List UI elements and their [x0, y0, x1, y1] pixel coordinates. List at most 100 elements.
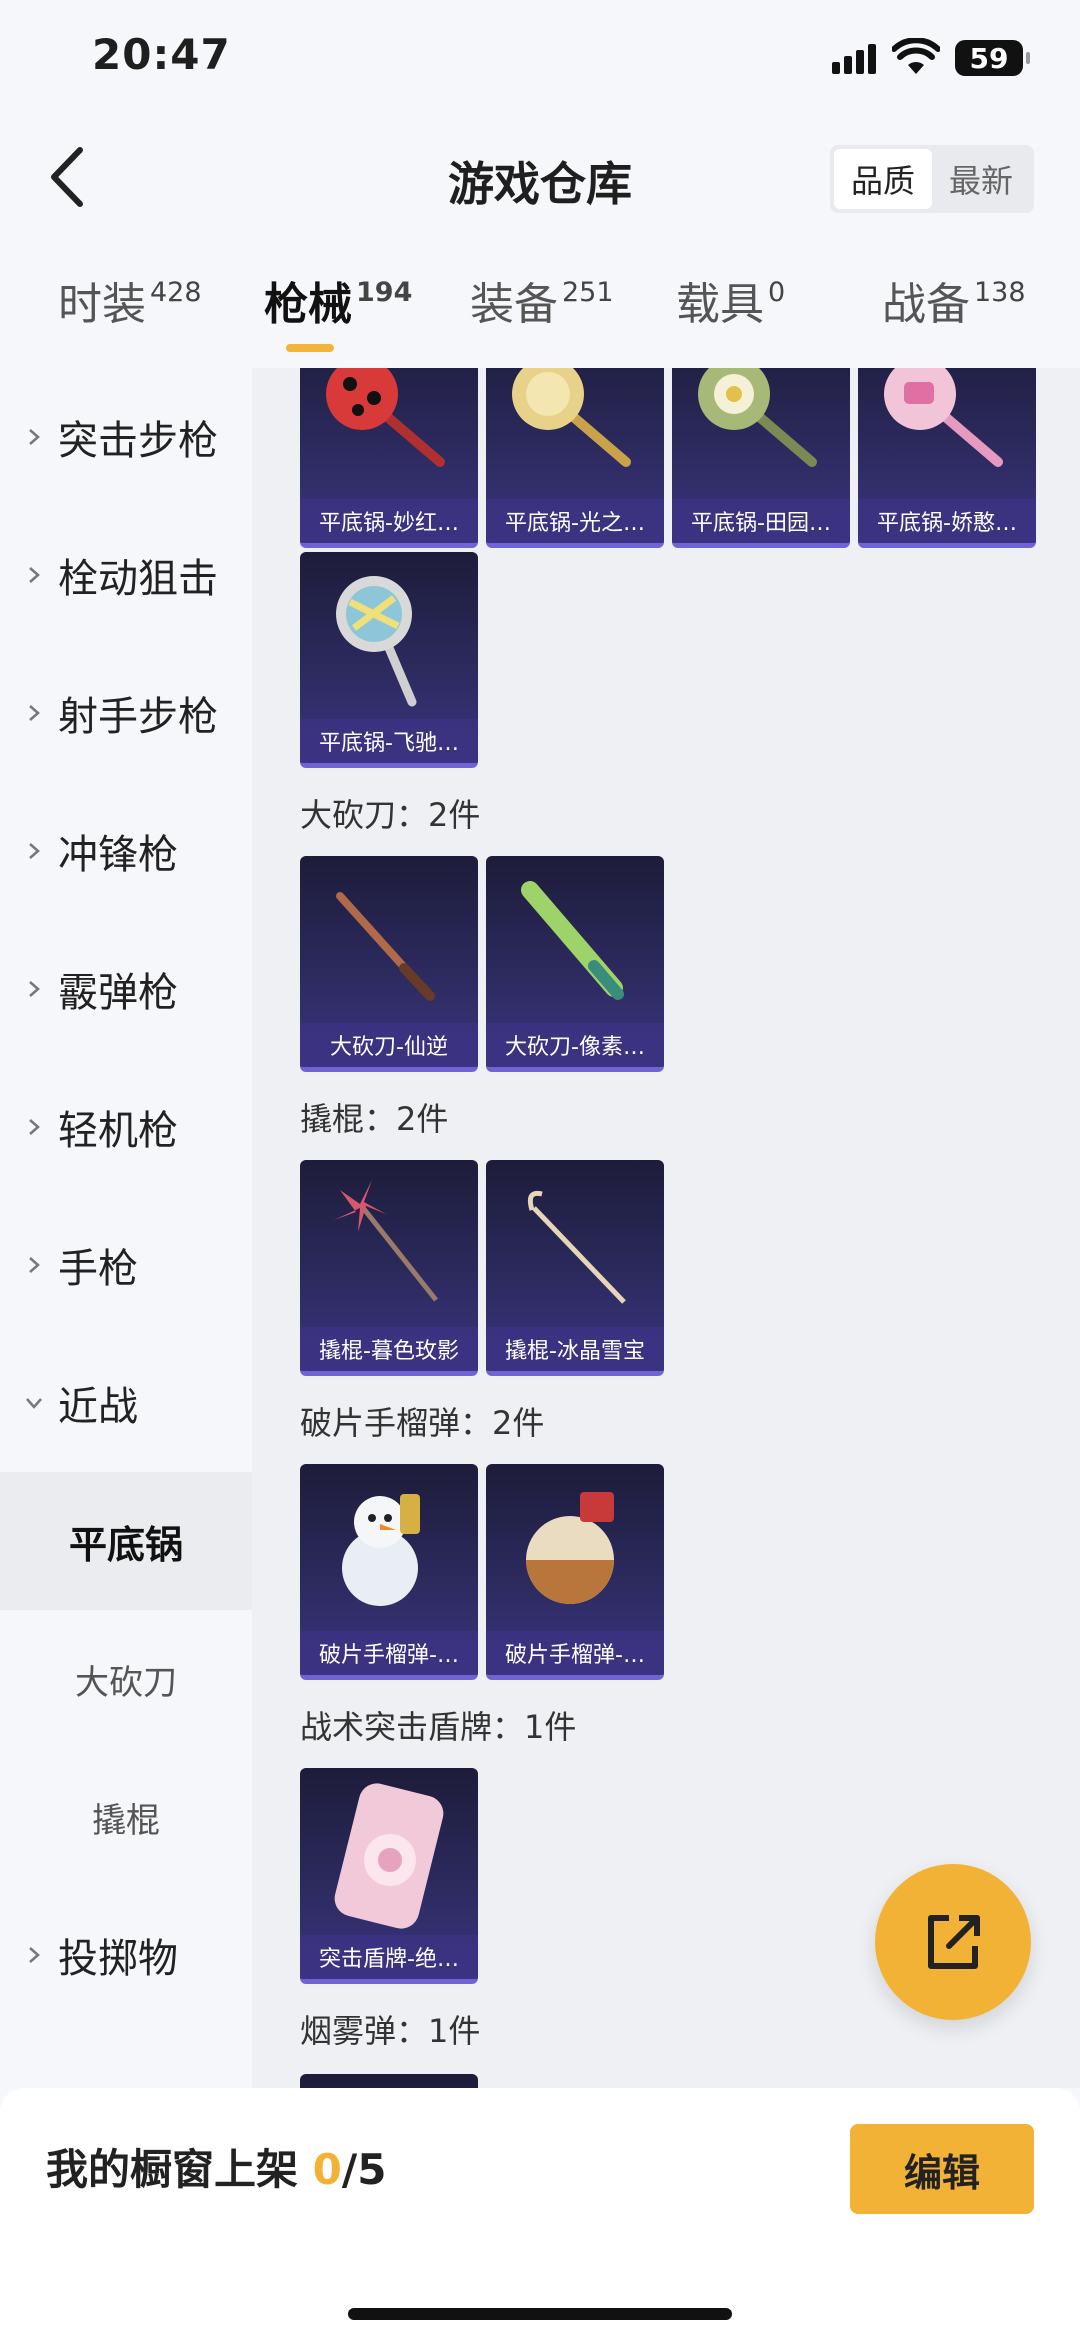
item-name: 突击盾牌-绝… — [300, 1935, 478, 1979]
sidebar-item-pistol[interactable]: 手枪 — [0, 1196, 252, 1334]
tab-vehicles[interactable]: 载具 0 — [676, 268, 785, 332]
item-name: 平底锅-妙红… — [300, 499, 478, 543]
sort-quality-button[interactable]: 品质 — [834, 149, 932, 209]
sidebar-item-assault-rifle[interactable]: 突击步枪 — [0, 368, 252, 506]
tab-label: 战备 — [882, 279, 970, 330]
active-tab-indicator — [286, 344, 334, 352]
sidebar-item-throwables[interactable]: 投掷物 — [0, 1886, 252, 2024]
tab-equipment[interactable]: 装备 251 — [470, 268, 614, 332]
chevron-right-icon — [29, 1119, 40, 1135]
machete-image — [336, 892, 435, 1001]
showcase-used: 0 — [312, 2145, 342, 2194]
tab-count: 251 — [562, 277, 614, 308]
item-name: 撬棍-冰晶雪宝 — [486, 1327, 664, 1371]
sidebar-item-label: 投掷物 — [58, 1936, 178, 1982]
edit-button[interactable]: 编辑 — [850, 2124, 1034, 2214]
section-header-crowbar: 撬棍：2件 — [300, 1100, 449, 1138]
sort-newest-button[interactable]: 最新 — [932, 149, 1030, 209]
share-button[interactable] — [875, 1864, 1031, 2020]
item-card[interactable]: 大砍刀-仙逆 — [300, 856, 478, 1072]
item-name: 平底锅-飞驰… — [300, 719, 478, 763]
item-card[interactable]: 破片手榴弹-… — [300, 1464, 478, 1680]
tab-count: 194 — [356, 277, 413, 308]
snowman-grenade-image — [342, 1494, 420, 1606]
share-icon — [928, 1915, 980, 1969]
signal-icon — [832, 44, 878, 74]
tab-firearms[interactable]: 枪械 194 — [264, 268, 412, 332]
sidebar-item-label: 手枪 — [58, 1246, 138, 1292]
sidebar-item-shotgun[interactable]: 霰弹枪 — [0, 920, 252, 1058]
item-name: 破片手榴弹-… — [486, 1631, 664, 1675]
game-warehouse-page: 20:47 59 游戏仓库 品质 最新 时装 428 枪械 194 装备 251 载具… — [0, 0, 1080, 2339]
sidebar-subitem-machete[interactable]: 大砍刀 — [0, 1610, 252, 1748]
item-card[interactable]: 撬棍-冰晶雪宝 — [486, 1160, 664, 1376]
tab-count: 428 — [150, 277, 202, 308]
pink-shield-image — [334, 1783, 444, 1929]
chevron-right-icon — [29, 429, 40, 445]
status-time: 20:47 — [92, 30, 231, 79]
section-header-machete: 大砍刀：2件 — [300, 796, 481, 834]
tab-label: 时装 — [58, 279, 146, 330]
section-header-shield: 战术突击盾牌：1件 — [300, 1708, 577, 1746]
battery-icon: 59 — [955, 40, 1030, 76]
item-name: 大砍刀-像素… — [486, 1023, 664, 1067]
tab-label: 枪械 — [264, 279, 352, 330]
chevron-right-icon — [29, 705, 40, 721]
sidebar-item-smg[interactable]: 冲锋枪 — [0, 782, 252, 920]
ladybug-pan-image — [326, 368, 445, 467]
showcase-count: 我的橱窗上架 0/5 — [46, 2136, 386, 2197]
item-card[interactable]: 平底锅-田园… — [672, 368, 850, 548]
wifi-icon — [892, 38, 940, 74]
item-card[interactable] — [300, 2074, 478, 2088]
sidebar-item-label: 突击步枪 — [58, 418, 218, 464]
section-header-grenade: 破片手榴弹：2件 — [300, 1404, 545, 1442]
sidebar-item-label: 栓动狙击 — [58, 556, 218, 602]
home-indicator — [348, 2308, 732, 2320]
golden-pan-image — [512, 368, 631, 467]
item-card[interactable]: 撬棍-暮色玫影 — [300, 1160, 478, 1376]
item-name: 破片手榴弹-… — [300, 1631, 478, 1675]
item-card[interactable]: 突击盾牌-绝… — [300, 1768, 478, 1984]
sidebar-item-label: 轻机枪 — [58, 1108, 178, 1154]
item-card[interactable]: 平底锅-飞驰… — [300, 552, 478, 768]
tab-count: 138 — [974, 277, 1026, 308]
sidebar-subitem-crowbar[interactable]: 撬棍 — [0, 1748, 252, 1886]
item-card[interactable]: 平底锅-娇憨… — [858, 368, 1036, 548]
chevron-right-icon — [29, 1257, 40, 1273]
chevron-right-icon — [29, 981, 40, 997]
showcase-total: /5 — [341, 2145, 387, 2194]
bottom-bar: 我的橱窗上架 0/5 编辑 — [0, 2088, 1080, 2339]
ice-crowbar-image — [527, 1190, 626, 1304]
chevron-right-icon — [29, 1947, 40, 1963]
item-name: 平底锅-光之… — [486, 499, 664, 543]
chevron-right-icon — [29, 567, 40, 583]
item-name: 平底锅-娇憨… — [858, 499, 1036, 543]
status-bar: 20:47 59 — [0, 0, 1080, 120]
chevron-down-icon — [26, 1398, 42, 1409]
festive-grenade-image — [526, 1492, 614, 1604]
sidebar-item-lmg[interactable]: 轻机枪 — [0, 1058, 252, 1196]
racing-pan-image — [336, 576, 417, 707]
daisy-pan-image — [698, 368, 817, 467]
tab-count: 0 — [768, 277, 786, 308]
sidebar-item-label: 霰弹枪 — [58, 970, 178, 1016]
pixel-machete-image — [521, 881, 624, 1000]
sidebar-item-melee[interactable]: 近战 — [0, 1334, 252, 1472]
item-card[interactable]: 破片手榴弹-… — [486, 1464, 664, 1680]
sidebar-subitem-pan[interactable]: 平底锅 — [0, 1472, 252, 1610]
item-card[interactable]: 平底锅-妙红… — [300, 368, 478, 548]
item-name: 大砍刀-仙逆 — [300, 1023, 478, 1067]
category-sidebar: 突击步枪 栓动狙击 射手步枪 冲锋枪 霰弹枪 轻机枪 手枪 近战 平底锅 大砍刀… — [0, 368, 252, 2088]
sidebar-item-bolt-sniper[interactable]: 栓动狙击 — [0, 506, 252, 644]
tab-fashion[interactable]: 时装 428 — [58, 268, 202, 332]
tab-label: 载具 — [676, 279, 764, 330]
pink-pan-image — [884, 368, 1003, 467]
chevron-right-icon — [29, 843, 40, 859]
item-card[interactable]: 大砍刀-像素… — [486, 856, 664, 1072]
sidebar-item-marksman-rifle[interactable]: 射手步枪 — [0, 644, 252, 782]
pinwheel-crowbar-image — [334, 1180, 438, 1302]
item-card[interactable]: 平底锅-光之… — [486, 368, 664, 548]
sidebar-item-label: 近战 — [58, 1384, 138, 1430]
item-grid: 平底锅-妙红… 平底锅-光之… 平底锅-田园… 平底锅-娇憨… 平底锅-飞驰… … — [252, 368, 1080, 2088]
tab-supplies[interactable]: 战备 138 — [882, 268, 1026, 332]
